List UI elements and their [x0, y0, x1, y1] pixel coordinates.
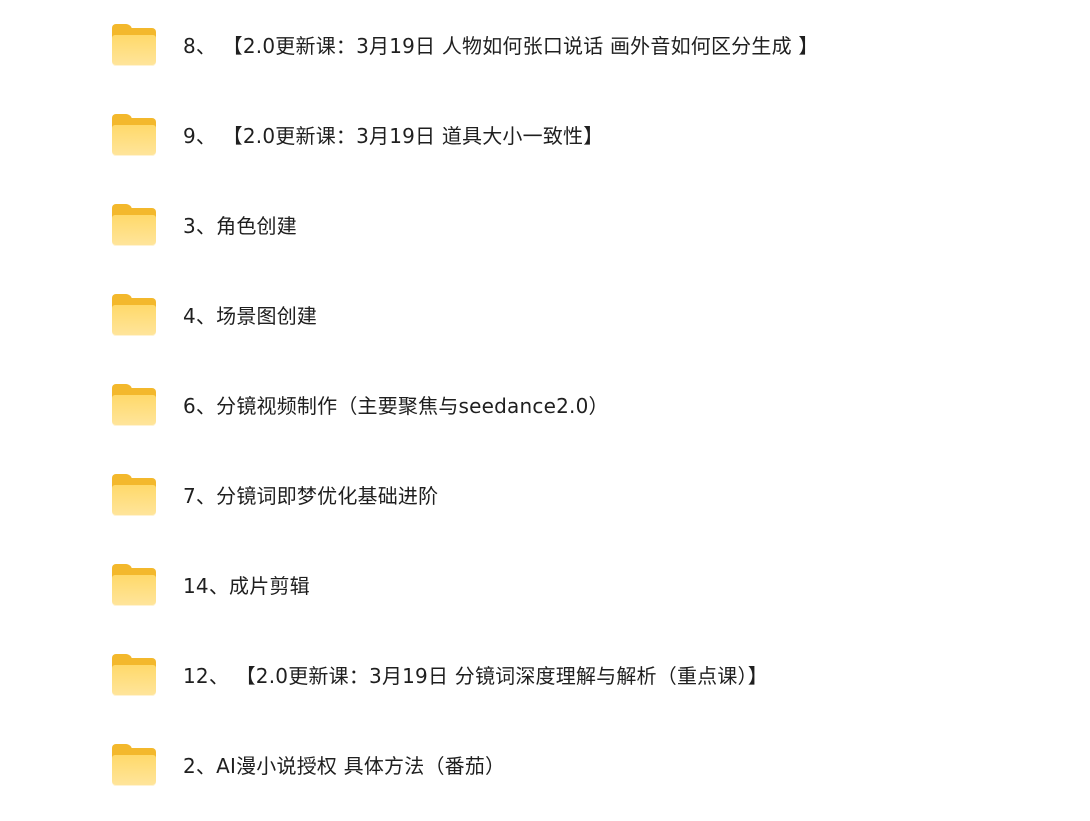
folder-icon — [110, 294, 158, 338]
folder-item[interactable]: 6、分镜视频制作（主要聚焦与seedance2.0） — [110, 381, 1010, 431]
folder-item[interactable]: 12、 【2.0更新课：3月19日 分镜词深度理解与解析（重点课）】 — [110, 651, 1010, 701]
folder-item[interactable]: 3、角色创建 — [110, 201, 1010, 251]
folder-icon — [110, 474, 158, 518]
folder-label: 8、 【2.0更新课：3月19日 人物如何张口说话 画外音如何区分生成 】 — [183, 34, 819, 58]
folder-item[interactable]: 4、场景图创建 — [110, 291, 1010, 341]
folder-icon — [110, 204, 158, 248]
folder-label: 6、分镜视频制作（主要聚焦与seedance2.0） — [183, 394, 609, 418]
folder-item[interactable]: 7、分镜词即梦优化基础进阶 — [110, 471, 1010, 521]
folder-icon — [110, 24, 158, 68]
folder-icon — [110, 384, 158, 428]
folder-icon — [110, 114, 158, 158]
folder-label: 9、 【2.0更新课：3月19日 道具大小一致性】 — [183, 124, 604, 148]
folder-icon — [110, 744, 158, 788]
folder-label: 7、分镜词即梦优化基础进阶 — [183, 484, 439, 508]
folder-label: 3、角色创建 — [183, 214, 297, 238]
folder-icon — [110, 654, 158, 698]
folder-label: 14、成片剪辑 — [183, 574, 310, 598]
folder-item[interactable]: 8、 【2.0更新课：3月19日 人物如何张口说话 画外音如何区分生成 】 — [110, 21, 1010, 71]
folder-list: 8、 【2.0更新课：3月19日 人物如何张口说话 画外音如何区分生成 】 9、… — [0, 0, 1090, 821]
folder-item[interactable]: 9、 【2.0更新课：3月19日 道具大小一致性】 — [110, 111, 1010, 161]
folder-label: 4、场景图创建 — [183, 304, 318, 328]
folder-label: 12、 【2.0更新课：3月19日 分镜词深度理解与解析（重点课）】 — [183, 664, 768, 688]
folder-item[interactable]: 2、AI漫小说授权 具体方法（番茄） — [110, 741, 1010, 791]
folder-icon — [110, 564, 158, 608]
folder-item[interactable]: 14、成片剪辑 — [110, 561, 1010, 611]
folder-label: 2、AI漫小说授权 具体方法（番茄） — [183, 754, 506, 778]
